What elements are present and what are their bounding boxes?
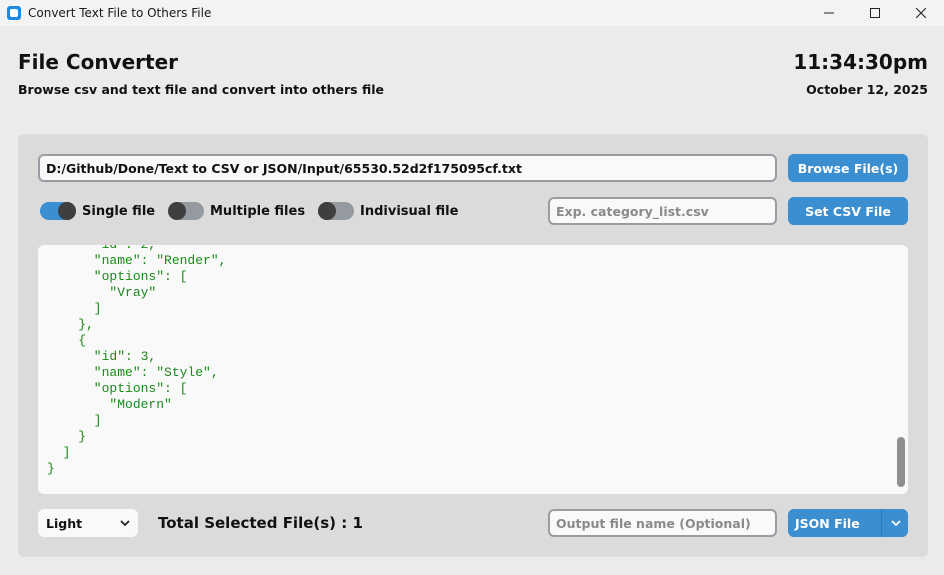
minimize-icon bbox=[824, 12, 834, 14]
clock-time: 11:34:30pm bbox=[793, 50, 928, 74]
individual-file-label: Indivisual file bbox=[360, 203, 459, 219]
single-file-toggle[interactable]: Single file bbox=[40, 201, 155, 221]
toggle-knob bbox=[58, 202, 76, 220]
minimize-button[interactable] bbox=[806, 0, 852, 26]
multiple-files-label: Multiple files bbox=[210, 203, 306, 219]
toggle-switch[interactable] bbox=[318, 202, 354, 220]
preview-line: "options": [ bbox=[47, 269, 188, 284]
app-icon bbox=[7, 6, 21, 20]
theme-select-value: Light bbox=[46, 515, 83, 531]
single-file-label: Single file bbox=[82, 203, 156, 219]
close-icon bbox=[916, 8, 926, 18]
toggle-switch[interactable] bbox=[40, 202, 76, 220]
individual-file-toggle[interactable]: Indivisual file bbox=[318, 201, 458, 221]
csv-name-input[interactable]: Exp. category_list.csv bbox=[548, 197, 777, 225]
file-path-input[interactable]: D:/Github/Done/Text to CSV or JSON/Input… bbox=[38, 154, 777, 182]
output-name-input[interactable]: Output file name (Optional) bbox=[548, 509, 777, 537]
preview-content: "id": 2, "name": "Render", "options": [ … bbox=[47, 245, 226, 477]
window-controls bbox=[806, 0, 944, 26]
toggle-knob bbox=[168, 202, 186, 220]
close-button[interactable] bbox=[898, 0, 944, 26]
converter-panel: D:/Github/Done/Text to CSV or JSON/Input… bbox=[18, 134, 928, 557]
preview-line: "name": "Style", bbox=[47, 365, 219, 380]
page-subtitle: Browse csv and text file and convert int… bbox=[18, 82, 384, 97]
maximize-icon bbox=[870, 8, 880, 18]
preview-line: "Vray" bbox=[47, 285, 157, 300]
toggle-knob bbox=[318, 202, 336, 220]
multiple-files-toggle[interactable]: Multiple files bbox=[168, 201, 305, 221]
toggle-switch[interactable] bbox=[168, 202, 204, 220]
window-titlebar: Convert Text File to Others File bbox=[0, 0, 944, 26]
preview-line: "id": 3, bbox=[47, 349, 157, 364]
select-divider bbox=[881, 509, 882, 537]
preview-line: } bbox=[47, 461, 55, 476]
clock-date: October 12, 2025 bbox=[806, 82, 928, 97]
page-title: File Converter bbox=[18, 50, 179, 74]
preview-line: "options": [ bbox=[47, 381, 188, 396]
preview-line: "id": 2, bbox=[47, 245, 226, 253]
preview-line: "name": "Render", bbox=[47, 253, 227, 268]
total-selected-label: Total Selected File(s) : 1 bbox=[158, 514, 363, 532]
preview-line: }, bbox=[47, 317, 94, 332]
chevron-down-icon bbox=[891, 520, 901, 526]
set-csv-button[interactable]: Set CSV File bbox=[788, 197, 908, 225]
format-select-value: JSON File bbox=[795, 515, 860, 531]
preview-line: ] bbox=[47, 445, 71, 460]
preview-line: "Modern" bbox=[47, 397, 172, 412]
theme-select[interactable]: Light bbox=[38, 509, 138, 537]
preview-line: ] bbox=[47, 413, 102, 428]
browse-files-button[interactable]: Browse File(s) bbox=[788, 154, 908, 182]
chevron-down-icon bbox=[120, 520, 130, 526]
preview-line: } bbox=[47, 429, 87, 444]
maximize-button[interactable] bbox=[852, 0, 898, 26]
window-title: Convert Text File to Others File bbox=[28, 6, 212, 20]
preview-line: { bbox=[47, 333, 87, 348]
format-select[interactable]: JSON File bbox=[788, 509, 908, 537]
preview-textbox[interactable]: "id": 2, "name": "Render", "options": [ … bbox=[38, 245, 908, 494]
preview-line: ] bbox=[47, 301, 102, 316]
preview-scrollbar[interactable] bbox=[897, 437, 905, 487]
